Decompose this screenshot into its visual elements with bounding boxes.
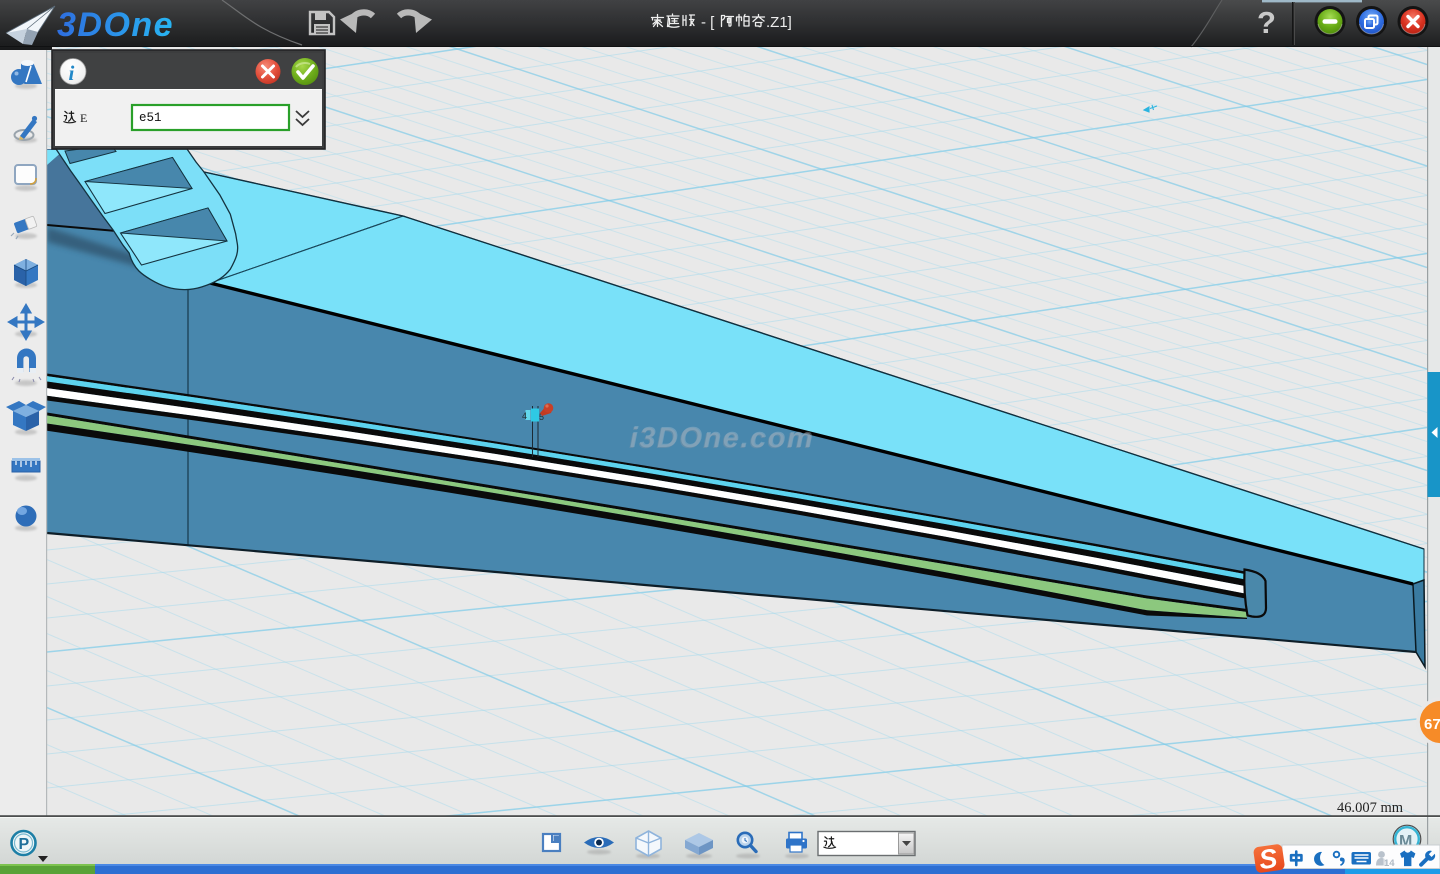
svg-text:?: ?	[1257, 5, 1276, 40]
svg-text:- [: - [	[701, 14, 715, 31]
svg-text:46.007 mm: 46.007 mm	[1337, 800, 1404, 816]
svg-text:E: E	[80, 111, 87, 125]
svg-text:P: P	[19, 836, 30, 853]
svg-text:3DOne: 3DOne	[57, 6, 174, 44]
svg-text:i: i	[69, 61, 75, 85]
svg-text:i3DOne.com: i3DOne.com	[630, 422, 813, 454]
svg-text:4: 4	[522, 411, 527, 421]
svg-text:.Z1]: .Z1]	[766, 14, 792, 31]
svg-text:e51: e51	[139, 111, 162, 125]
svg-text:67: 67	[1424, 716, 1440, 733]
svg-text:14: 14	[1384, 858, 1395, 869]
